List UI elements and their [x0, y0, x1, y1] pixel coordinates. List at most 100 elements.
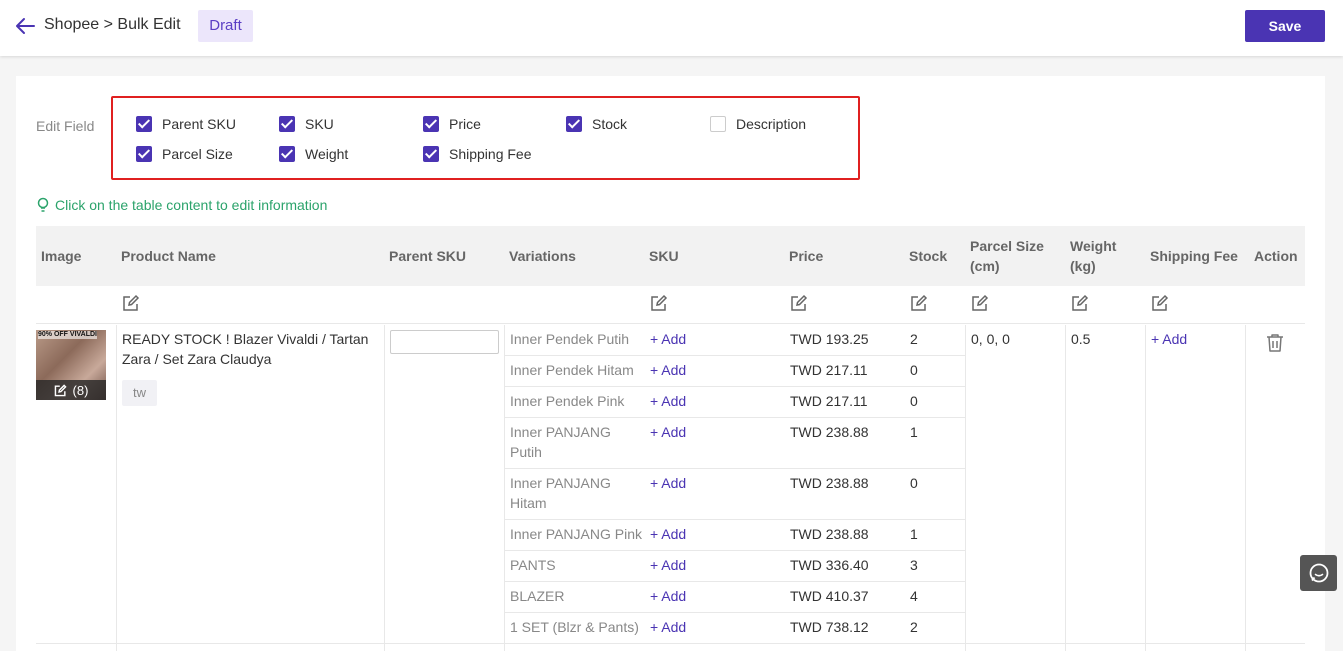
variation-stock[interactable]: 1 — [910, 524, 918, 544]
variation-stock[interactable]: 2 — [910, 329, 918, 349]
variation-stock[interactable]: 1 — [910, 422, 918, 442]
variation-price[interactable]: TWD 217.11 — [790, 391, 868, 411]
column-divider — [1145, 325, 1146, 651]
variation-stock[interactable]: 0 — [910, 360, 918, 380]
add-sku-link[interactable]: + Add — [650, 586, 686, 606]
header-parcel-size: Parcel Size — [970, 238, 1044, 254]
checkbox-checked-icon — [423, 146, 439, 162]
variation-name: Inner PANJANG — [510, 475, 611, 491]
product-name-line1[interactable]: READY STOCK ! Blazer Vivaldi / Tartan — [122, 329, 368, 349]
checkbox-label: Weight — [305, 146, 349, 162]
checkbox-label: SKU — [305, 116, 334, 132]
header-image: Image — [41, 248, 82, 264]
variation-price[interactable]: TWD 738.12 — [790, 617, 869, 637]
add-sku-link[interactable]: + Add — [650, 391, 686, 411]
edit-icon — [54, 383, 67, 396]
top-bar: Shopee > Bulk Edit Draft Save — [0, 0, 1343, 56]
checkbox-checked-icon — [566, 116, 582, 132]
row-divider — [504, 417, 965, 418]
checkbox-checked-icon — [136, 116, 152, 132]
checkbox-shipping-fee[interactable]: Shipping Fee — [423, 146, 532, 162]
variation-price[interactable]: TWD 238.88 — [790, 422, 869, 442]
add-sku-link[interactable]: + Add — [650, 617, 686, 637]
back-arrow-icon[interactable] — [14, 16, 36, 36]
checkbox-description[interactable]: Description — [710, 116, 806, 132]
variation-name: Inner Pendek Putih — [510, 331, 630, 347]
draft-badge: Draft — [198, 10, 253, 42]
header-action: Action — [1254, 248, 1298, 264]
variation-stock[interactable]: 0 — [910, 473, 918, 493]
checkbox-checked-icon — [136, 146, 152, 162]
edit-product-name-icon[interactable] — [122, 294, 140, 312]
header-stock: Stock — [909, 248, 948, 264]
checkbox-label: Parcel Size — [162, 146, 233, 162]
row-divider — [504, 468, 965, 469]
column-divider — [504, 325, 505, 651]
column-divider — [1245, 325, 1246, 651]
variation-price[interactable]: TWD 238.88 — [790, 524, 869, 544]
save-button[interactable]: Save — [1245, 10, 1325, 42]
variation-price[interactable]: TWD 193.25 — [790, 329, 869, 349]
checkbox-parcel-size[interactable]: Parcel Size — [136, 146, 233, 162]
checkbox-unchecked-icon — [710, 116, 726, 132]
variation-name: Inner PANJANG — [510, 424, 611, 440]
edit-stock-icon[interactable] — [910, 294, 928, 312]
variation-name-line2: Hitam — [510, 495, 547, 511]
image-count: (8) — [72, 382, 89, 398]
add-sku-link[interactable]: + Add — [650, 524, 686, 544]
variation-price[interactable]: TWD 410.37 — [790, 586, 869, 606]
edit-weight-icon[interactable] — [1071, 294, 1089, 312]
lightbulb-icon — [37, 197, 49, 212]
edit-shipping-fee-icon[interactable] — [1151, 294, 1169, 312]
variation-stock[interactable]: 3 — [910, 555, 918, 575]
add-sku-link[interactable]: + Add — [650, 473, 686, 493]
bulk-edit-row — [36, 286, 1305, 324]
header-weight-unit: (kg) — [1070, 258, 1096, 274]
edit-price-icon[interactable] — [790, 294, 808, 312]
header-sku: SKU — [649, 248, 679, 264]
add-sku-link[interactable]: + Add — [650, 422, 686, 442]
variation-price[interactable]: TWD 336.40 — [790, 555, 869, 575]
variation-stock[interactable]: 4 — [910, 586, 918, 606]
header-product-name: Product Name — [121, 248, 216, 264]
chat-button[interactable] — [1300, 555, 1337, 591]
variation-stock[interactable]: 0 — [910, 391, 918, 411]
header-price: Price — [789, 248, 824, 264]
weight-value[interactable]: 0.5 — [1071, 329, 1090, 349]
product-name-line2[interactable]: Zara / Set Zara Claudya — [122, 349, 271, 369]
checkbox-label: Price — [449, 116, 481, 132]
variation-name: 1 SET (Blzr & Pants) — [510, 619, 639, 635]
edit-field-options-box — [111, 96, 860, 180]
parent-sku-input[interactable] — [390, 330, 499, 354]
header-weight: Weight — [1070, 238, 1117, 254]
edit-tip: Click on the table content to edit infor… — [37, 197, 327, 213]
add-sku-link[interactable]: + Add — [650, 329, 686, 349]
edit-images-button[interactable]: (8) — [36, 380, 106, 400]
edit-sku-icon[interactable] — [650, 294, 668, 312]
variation-stock[interactable]: 2 — [910, 617, 918, 637]
variation-price[interactable]: TWD 238.88 — [790, 473, 869, 493]
header-shipping-fee: Shipping Fee — [1150, 248, 1238, 264]
tip-text: Click on the table content to edit infor… — [55, 197, 328, 213]
checkbox-price[interactable]: Price — [423, 116, 481, 132]
checkbox-label: Stock — [592, 116, 628, 132]
checkbox-stock[interactable]: Stock — [566, 116, 627, 132]
breadcrumb: Shopee > Bulk Edit — [44, 16, 181, 33]
variation-price[interactable]: TWD 217.11 — [790, 360, 868, 380]
checkbox-sku[interactable]: SKU — [279, 116, 334, 132]
add-sku-link[interactable]: + Add — [650, 360, 686, 380]
row-divider — [504, 550, 965, 551]
header-variations: Variations — [509, 248, 576, 264]
checkbox-weight[interactable]: Weight — [279, 146, 348, 162]
edit-field-label: Edit Field — [36, 118, 95, 134]
header-parent-sku: Parent SKU — [389, 248, 467, 264]
add-shipping-fee-link[interactable]: + Add — [1151, 329, 1187, 349]
edit-parcel-size-icon[interactable] — [971, 294, 989, 312]
checkbox-parent-sku[interactable]: Parent SKU — [136, 116, 236, 132]
add-sku-link[interactable]: + Add — [650, 555, 686, 575]
header-parcel-size-unit: (cm) — [970, 258, 1000, 274]
row-divider — [504, 581, 965, 582]
parcel-size-value[interactable]: 0, 0, 0 — [971, 329, 1010, 349]
trash-icon[interactable] — [1266, 333, 1284, 353]
row-divider — [504, 355, 965, 356]
